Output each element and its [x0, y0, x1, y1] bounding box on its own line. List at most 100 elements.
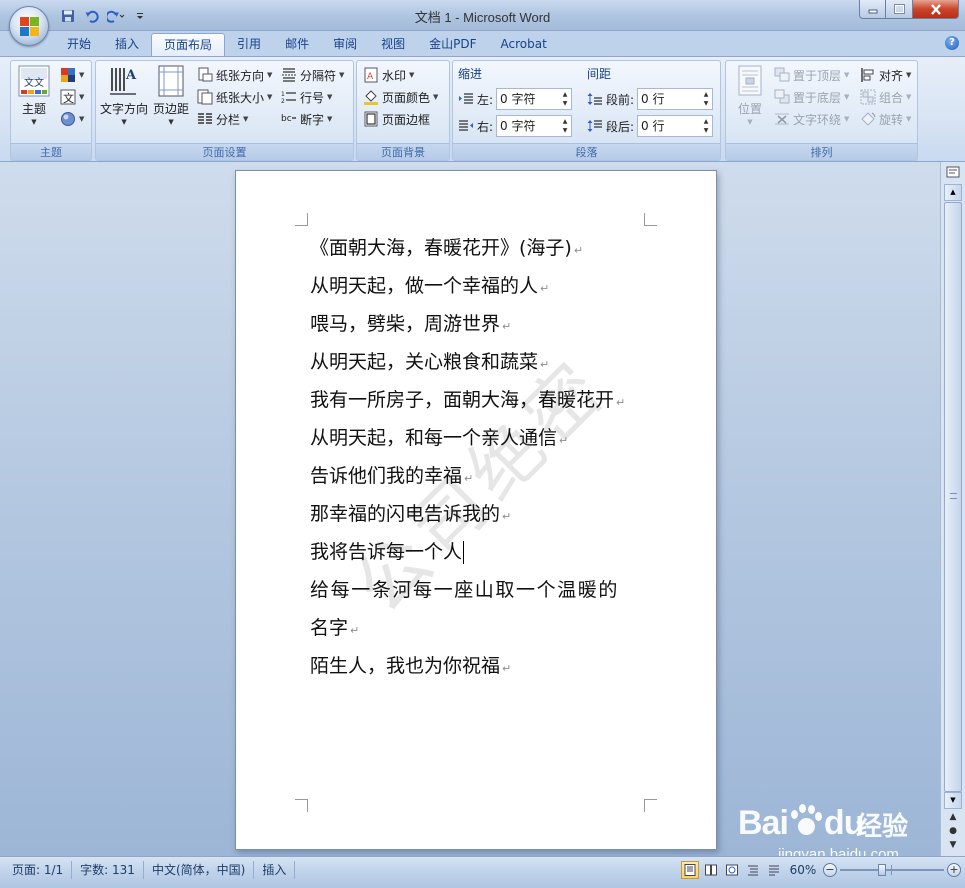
line-numbers-icon: 12 [281, 91, 296, 105]
help-icon[interactable]: ? [945, 36, 959, 50]
tab-acrobat[interactable]: Acrobat [489, 33, 559, 56]
text-direction-button[interactable]: A 文字方向 ▼ [100, 65, 148, 126]
scroll-up-arrow-icon[interactable]: ▲ [944, 184, 962, 201]
zoom-slider[interactable] [840, 863, 944, 877]
paragraph-text: 喂马，劈柴，周游世界 [310, 313, 501, 335]
scroll-thumb[interactable] [944, 202, 962, 792]
position-button[interactable]: 位置 ▼ [734, 65, 766, 126]
paragraph-text: 从明天起，关心粮食和蔬菜 [310, 351, 539, 373]
tab-page-layout[interactable]: 页面布局 [151, 33, 226, 56]
paragraph[interactable]: 喂马，劈柴，周游世界 ↵ [310, 305, 660, 343]
align-label: 对齐 [879, 68, 904, 83]
text-cursor [463, 541, 465, 564]
status-page[interactable]: 页面: 1/1 [4, 861, 73, 879]
maximize-button[interactable] [886, 0, 913, 19]
office-button[interactable] [9, 6, 49, 46]
minimize-button[interactable] [859, 0, 886, 19]
align-button[interactable]: 对齐 ▼ [860, 65, 911, 85]
outline-view-icon[interactable] [744, 861, 762, 879]
svg-text:文: 文 [63, 91, 74, 105]
tab-insert[interactable]: 插入 [103, 33, 151, 56]
zoom-slider-thumb[interactable] [878, 864, 886, 876]
theme-colors-icon [61, 68, 75, 82]
chevron-down-icon: ▼ [168, 118, 174, 126]
columns-button[interactable]: 分栏 ▼ [197, 109, 248, 129]
margin-marker-bottom-right [644, 799, 657, 812]
text-wrapping-button[interactable]: 文字环绕 ▼ [774, 109, 849, 129]
tab-references[interactable]: 引用 [225, 33, 273, 56]
baidu-logo: Bai du [738, 804, 864, 843]
paragraph[interactable]: 那幸福的闪电告诉我的 ↵ [310, 495, 660, 533]
columns-icon [198, 113, 212, 124]
spacing-before-input[interactable]: 0 行 ▲ ▼ [637, 88, 714, 110]
paper-size-button[interactable]: 纸张大小 ▼ [197, 87, 272, 107]
paragraph[interactable]: 我将告诉每一个人 [310, 533, 660, 571]
send-to-back-button[interactable]: 置于底层 ▼ [774, 87, 849, 107]
page-background-group: A 水印 ▼ 页面颜色 ▼ 页面边框 页面背景 [356, 60, 450, 161]
tab-review[interactable]: 审阅 [321, 33, 369, 56]
ribbon-tabs: 开始 插入 页面布局 引用 邮件 审阅 视图 金山PDF Acrobat [55, 33, 559, 56]
print-layout-view-icon[interactable] [681, 861, 699, 879]
spinner-arrows-icon[interactable]: ▲ ▼ [701, 90, 711, 108]
document-body[interactable]: 《面朝大海，春暖花开》(海子) ↵ 从明天起，做一个幸福的人 ↵ 喂马，劈柴，周游世… [310, 229, 660, 685]
group-button[interactable]: 组合 ▼ [860, 87, 911, 107]
full-screen-reading-view-icon[interactable] [702, 861, 720, 879]
status-language[interactable]: 中文(简体，中国) [144, 861, 255, 879]
paragraph-continuation[interactable]: 名字 ↵ [310, 609, 660, 647]
status-word-count[interactable]: 字数: 131 [72, 861, 144, 879]
watermark-button[interactable]: A 水印 ▼ [363, 65, 414, 85]
tab-home[interactable]: 开始 [55, 33, 103, 56]
margin-marker-top-left [295, 213, 308, 226]
bring-to-front-button[interactable]: 置于顶层 ▼ [774, 65, 849, 85]
text-direction-label: 文字方向 [100, 102, 149, 116]
status-items: 页面: 1/1 字数: 131 中文(简体，中国) 插入 [4, 861, 296, 879]
status-insert-mode[interactable]: 插入 [254, 861, 296, 879]
paragraph[interactable]: 从明天起，做一个幸福的人 ↵ [310, 267, 660, 305]
spinner-arrows-icon[interactable]: ▲ ▼ [560, 117, 570, 135]
paragraph[interactable]: 从明天起，和每一个亲人通信 ↵ [310, 419, 660, 457]
orientation-button[interactable]: 纸张方向 ▼ [197, 65, 272, 85]
breaks-label: 分隔符 [300, 68, 337, 83]
web-layout-view-icon[interactable] [723, 861, 741, 879]
breaks-button[interactable]: 分隔符 ▼ [281, 65, 344, 85]
page-borders-button[interactable]: 页面边框 [363, 109, 430, 129]
theme-fonts-button[interactable]: 文 ▼ [60, 87, 84, 107]
text-direction-icon: A [110, 68, 137, 95]
document-page[interactable]: 公司绝密 《面朝大海，春暖花开》(海子) ↵ 从明天起，做一个幸福的人 ↵ 喂马，劈… [235, 170, 717, 850]
draft-view-icon[interactable] [765, 861, 783, 879]
paragraph-mark-icon: ↵ [502, 320, 512, 333]
paragraph[interactable]: 从明天起，关心粮食和蔬菜 ↵ [310, 343, 660, 381]
theme-effects-button[interactable]: ▼ [60, 109, 84, 129]
theme-colors-button[interactable]: ▼ [60, 65, 84, 85]
paragraph[interactable]: 陌生人，我也为你祝福 ↵ [310, 647, 660, 685]
zoom-level[interactable]: 60% [786, 863, 820, 877]
indent-right-input[interactable]: 0 字符 ▲ ▼ [496, 115, 573, 137]
page-color-button[interactable]: 页面颜色 ▼ [363, 87, 438, 107]
vertical-scrollbar[interactable]: ▲ ▼ ▲ ● ▼ [940, 162, 965, 856]
text-wrapping-label: 文字环绕 [793, 112, 842, 127]
indent-right-row: 右: 0 字符 ▲ ▼ [458, 115, 573, 137]
paragraph[interactable]: 告诉他们我的幸福 ↵ [310, 457, 660, 495]
hyphenation-button[interactable]: bc 断字 ▼ [281, 109, 332, 129]
zoom-out-icon[interactable]: − [823, 863, 837, 877]
title-bar: 文档 1 - Microsoft Word [0, 0, 965, 31]
paragraph[interactable]: 我有一所房子，面朝大海，春暖花开 ↵ [310, 381, 660, 419]
indent-left-input[interactable]: 0 字符 ▲ ▼ [496, 88, 573, 110]
tab-mailings[interactable]: 邮件 [273, 33, 321, 56]
paragraph[interactable]: 《面朝大海，春暖花开》(海子) ↵ [310, 229, 660, 267]
tab-view[interactable]: 视图 [369, 33, 417, 56]
orientation-icon [198, 67, 213, 82]
view-ruler-icon[interactable] [943, 165, 963, 183]
paragraph[interactable]: 给每一条河每一座山取一个温暖的 [310, 571, 660, 609]
margins-button[interactable]: 页边距 ▼ [153, 65, 189, 126]
rotate-button[interactable]: 旋转 ▼ [860, 109, 911, 129]
spinner-arrows-icon[interactable]: ▲ ▼ [701, 117, 711, 135]
line-numbers-button[interactable]: 12 行号 ▼ [281, 87, 332, 107]
zoom-in-icon[interactable]: + [947, 863, 961, 877]
themes-button[interactable]: 文文 主题 ▼ [18, 65, 50, 126]
tab-kingsoft-pdf[interactable]: 金山PDF [417, 33, 488, 56]
spacing-after-input[interactable]: 0 行 ▲ ▼ [637, 115, 714, 137]
view-zoom-controls: 60% − + [681, 860, 961, 880]
spinner-arrows-icon[interactable]: ▲ ▼ [560, 90, 570, 108]
close-button[interactable] [913, 0, 959, 19]
